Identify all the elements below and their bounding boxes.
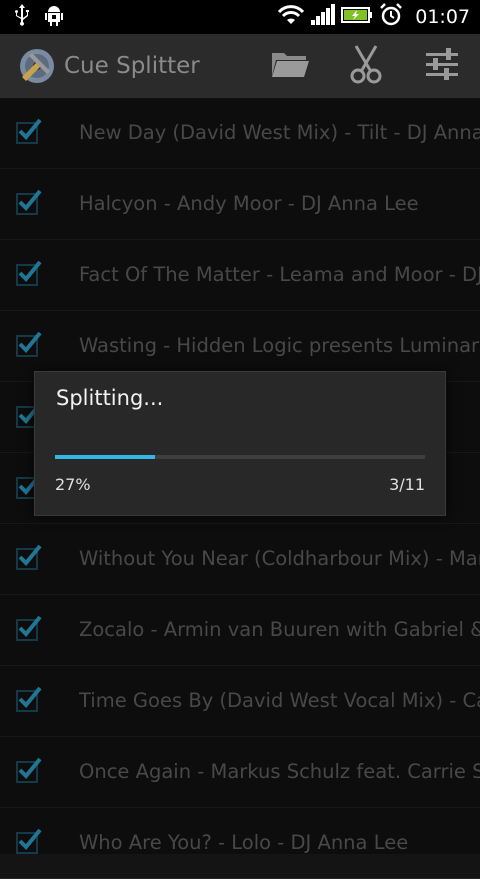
battery-charging-icon — [341, 5, 373, 29]
android-debug-icon — [44, 4, 64, 30]
settings-button[interactable] — [404, 34, 480, 98]
alarm-clock-icon — [379, 3, 403, 31]
split-button[interactable] — [328, 34, 404, 98]
status-time: 01:07 — [415, 6, 470, 28]
signal-icon — [311, 4, 336, 30]
progress-bar-fill — [55, 455, 155, 459]
progress-bar — [55, 455, 425, 459]
status-bar: 01:07 — [0, 0, 480, 34]
progress-dialog: Splitting... 27% 3/11 — [34, 371, 446, 516]
usb-icon — [14, 4, 30, 30]
app-logo-icon[interactable] — [18, 47, 56, 85]
action-bar: Cue Splitter — [0, 34, 480, 99]
app-title: Cue Splitter — [64, 53, 200, 79]
scissors-icon — [348, 44, 384, 88]
dialog-title: Splitting... — [56, 386, 164, 410]
progress-count: 3/11 — [389, 475, 425, 494]
open-folder-button[interactable] — [252, 34, 328, 98]
wifi-icon — [277, 4, 305, 30]
folder-icon — [270, 49, 310, 83]
settings-sliders-icon — [424, 46, 460, 86]
progress-percent: 27% — [55, 475, 91, 494]
